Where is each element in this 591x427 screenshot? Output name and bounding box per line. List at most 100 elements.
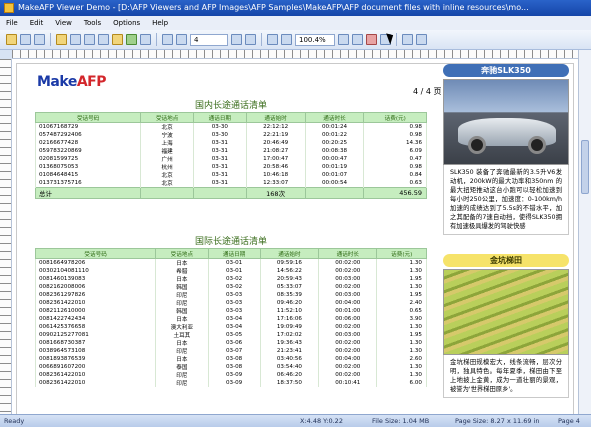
table-cell: 12:33:07 (245, 179, 306, 188)
table-cell: 0.65 (376, 307, 427, 315)
document-page: MakeAFP 4 / 4 页 国内长途通话清单 受话号码 受话地点 通话日期 通话始… (16, 63, 574, 414)
table-cell: 0081664978206 (34, 258, 157, 267)
column-header: 通话时长 (318, 248, 378, 259)
last-page-icon[interactable] (245, 34, 256, 45)
table-row: 0081893876539 日本 03-08 03:40:56 00:04:00 2.60 (34, 355, 427, 363)
table-cell: 01368075053 (34, 163, 142, 171)
prev-page-icon[interactable] (176, 34, 187, 45)
menu-edit[interactable]: Edit (30, 16, 44, 30)
table-cell: 1.95 (376, 331, 427, 339)
highlight-icon[interactable] (126, 34, 137, 45)
table-cell: 03-03 (207, 307, 261, 315)
table-cell: 03-09 (207, 371, 261, 379)
makeafp-logo: MakeAFP (37, 74, 106, 90)
vertical-scrollbar[interactable] (578, 50, 591, 414)
table-cell: 03-04 (207, 315, 261, 323)
international-calls-table: 受话号码 受话地点 通话日期 通话始时 通话时长 话费(元) 0081664978206 日… (34, 248, 427, 387)
table-cell: 03-30 (192, 131, 247, 139)
open-file-icon[interactable] (6, 34, 17, 45)
table-row: 0081664978206 日本 03-01 09:59:16 00:02:00 1.30 (34, 258, 427, 267)
table-cell: 00:01:22 (304, 131, 365, 139)
first-page-icon[interactable] (162, 34, 173, 45)
table-cell: 0038964573108 (34, 347, 157, 355)
table-cell: 泰国 (155, 363, 209, 371)
menu-options[interactable]: Options (113, 16, 140, 30)
table-cell: 宁波 (140, 131, 194, 139)
document-viewport[interactable]: MakeAFP 4 / 4 页 国内长途通话清单 受话号码 受话地点 通话日期 通话始… (12, 59, 578, 414)
annotate-icon[interactable] (112, 34, 123, 45)
save-icon[interactable] (34, 34, 45, 45)
status-ready: Ready (4, 417, 25, 425)
zoom-out-icon[interactable] (267, 34, 278, 45)
car-photo (443, 79, 569, 165)
table-cell: 1.95 (376, 291, 427, 299)
table-cell: 03-04 (207, 323, 261, 331)
table-cell: 03-02 (207, 283, 261, 291)
rotate-icon[interactable] (366, 34, 377, 45)
text-tool-icon[interactable] (84, 34, 95, 45)
toolbar-separator (396, 33, 397, 46)
table-row: 0066891607200 泰国 03-08 03:54:40 00:02:00 1.30 (34, 363, 427, 371)
table-row: 0081422742434 日本 03-04 17:16:06 00:06:00 3.90 (34, 315, 427, 323)
menu-view[interactable]: View (55, 16, 72, 30)
print-icon[interactable] (20, 34, 31, 45)
table-cell: 2.40 (376, 299, 427, 307)
table-cell: 00:06:00 (318, 315, 378, 323)
table-cell: 00:08:38 (304, 147, 365, 155)
horizontal-ruler (12, 50, 578, 59)
options-icon[interactable] (402, 34, 413, 45)
find-icon[interactable] (140, 34, 151, 45)
fit-page-icon[interactable] (352, 34, 363, 45)
table-cell: 上海 (140, 139, 194, 147)
menu-file[interactable]: File (6, 16, 18, 30)
terraces-photo (443, 269, 569, 355)
table-cell: 03-03 (207, 291, 261, 299)
table-cell: 00:03:00 (318, 331, 378, 339)
table-cell: 希腊 (155, 267, 209, 275)
car-description: SLK350 装备了奔驰最新的3.5升V6发动机，200kW的最大功率和350n… (443, 165, 569, 235)
table-cell: 00:01:07 (304, 171, 365, 179)
table-cell: 00:02:00 (318, 363, 378, 371)
next-page-icon[interactable] (231, 34, 242, 45)
toolbar: 4 100.4% (0, 30, 591, 50)
fit-width-icon[interactable] (338, 34, 349, 45)
total-count: 168次 (245, 187, 306, 199)
zoom-field[interactable]: 100.4% (295, 33, 335, 46)
page-number-field[interactable]: 4 (190, 33, 228, 46)
table-row: 057487292406 宁波 03-30 22:21:19 00:01:22 0.98 (34, 131, 427, 139)
table-cell: 00:02:00 (318, 347, 378, 355)
table-cell: 03-08 (207, 363, 261, 371)
table-cell: 韩国 (155, 283, 209, 291)
table-cell: 0081422742434 (34, 315, 157, 323)
viewer-window: MakeAFP Viewer Demo - [D:\AFP Viewers an… (0, 0, 591, 427)
table-cell: 03-08 (207, 355, 261, 363)
table-cell: 00:02:00 (318, 258, 378, 267)
toolbar-separator (261, 33, 262, 46)
menu-tools[interactable]: Tools (84, 16, 101, 30)
select-tool-icon[interactable] (70, 34, 81, 45)
table-cell: 1.30 (376, 283, 427, 291)
table-row: 0082361297826 印尼 03-03 08:35:39 00:03:00 1.95 (34, 291, 427, 299)
terraces-caption: 金坑梯田 (443, 254, 569, 267)
table-cell: 03-03 (207, 299, 261, 307)
dropdown-icon[interactable] (416, 34, 427, 45)
table-cell: 印尼 (155, 291, 209, 299)
column-header: 通话始时 (245, 112, 306, 123)
table-cell: 1.30 (376, 347, 427, 355)
table-cell: 印尼 (155, 379, 209, 387)
table-cell: 印尼 (155, 347, 209, 355)
table-cell: 08:35:39 (259, 291, 320, 299)
table-cell: 00302104081110 (34, 267, 157, 275)
table-cell: 1.30 (376, 258, 427, 267)
table-row: 0082112610000 韩国 03-03 11:52:10 00:01:00 0.65 (34, 307, 427, 315)
menu-help[interactable]: Help (152, 16, 168, 30)
table-cell: 00:04:00 (318, 299, 378, 307)
scrollbar-thumb[interactable] (581, 140, 589, 194)
hand-tool-icon[interactable] (56, 34, 67, 45)
table-cell: 02081599725 (34, 155, 142, 163)
table-cell: 03-31 (192, 163, 247, 171)
zoom-in-icon[interactable] (281, 34, 292, 45)
status-coordinates: X:4.48 Y:0.22 (300, 417, 343, 425)
snapshot-icon[interactable] (98, 34, 109, 45)
table-row: 02081599725 广州 03-31 17:00:47 00:00:47 0.47 (34, 155, 427, 163)
